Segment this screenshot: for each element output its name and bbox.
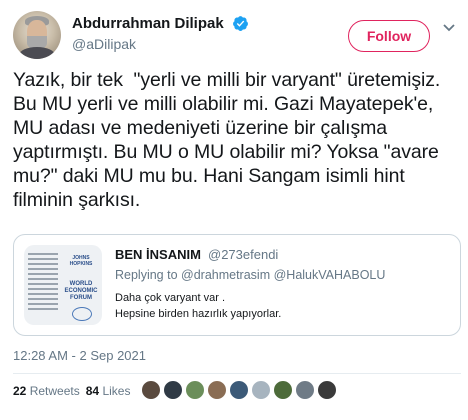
avatar-body — [19, 47, 55, 59]
liker-avatars — [141, 377, 337, 403]
retweets-count: 22 — [13, 384, 27, 398]
follow-button[interactable]: Follow — [348, 20, 430, 52]
liker-avatar[interactable] — [185, 380, 205, 400]
image-logo-text: JOHNS HOPKINS — [69, 255, 93, 267]
quoted-text-line: Hepsine birden hazırlık yapıyorlar. — [115, 308, 282, 320]
globe-icon — [72, 307, 92, 321]
tweet-card: Abdurrahman Dilipak @aDilipak Follow Yaz… — [0, 0, 468, 420]
replying-prefix: Replying to — [115, 268, 182, 282]
divider — [13, 373, 461, 374]
liker-avatar[interactable] — [295, 380, 315, 400]
image-forum-text: WORLD ECONOMIC FORUM — [64, 281, 98, 301]
quoted-text-line: Daha çok varyant var . — [115, 292, 226, 304]
liker-avatar[interactable] — [141, 380, 161, 400]
quoted-display-name[interactable]: BEN İNSANIM — [115, 247, 201, 262]
liker-avatar[interactable] — [163, 380, 183, 400]
quoted-replying-to: Replying to @drahmetrasim @HalukVAHABOLU — [115, 268, 385, 282]
liker-avatar[interactable] — [229, 380, 249, 400]
chevron-down-icon[interactable] — [442, 23, 456, 33]
author-avatar[interactable] — [13, 11, 61, 59]
image-document-lines — [28, 253, 58, 313]
retweets-label: Retweets — [29, 384, 80, 398]
quoted-tweet[interactable]: JOHNS HOPKINS WORLD ECONOMIC FORUM BEN İ… — [13, 234, 461, 336]
liker-avatar[interactable] — [273, 380, 293, 400]
liker-avatar[interactable] — [251, 380, 271, 400]
liker-avatar[interactable] — [207, 380, 227, 400]
author-handle[interactable]: @aDilipak — [72, 36, 136, 52]
tweet-timestamp[interactable]: 12:28 AM - 2 Sep 2021 — [13, 348, 146, 363]
likes-label: Likes — [102, 384, 131, 398]
replying-to-link[interactable]: @drahmetrasim — [181, 268, 270, 282]
engagement-stats: 22 Retweets 84 Likes — [13, 383, 130, 399]
quoted-tweet-image[interactable]: JOHNS HOPKINS WORLD ECONOMIC FORUM — [24, 245, 102, 325]
replying-to-link[interactable]: @HalukVAHABOLU — [274, 268, 386, 282]
quoted-handle[interactable]: @273efendi — [208, 247, 278, 262]
likes-stat[interactable]: 84 Likes — [86, 384, 131, 398]
liker-avatar[interactable] — [317, 380, 337, 400]
verified-badge-icon — [233, 16, 248, 31]
tweet-text: Yazık, bir tek "yerli ve milli bir varya… — [13, 69, 446, 211]
author-display-name[interactable]: Abdurrahman Dilipak — [72, 15, 224, 32]
retweets-stat[interactable]: 22 Retweets — [13, 384, 80, 398]
likes-count: 84 — [85, 384, 100, 398]
